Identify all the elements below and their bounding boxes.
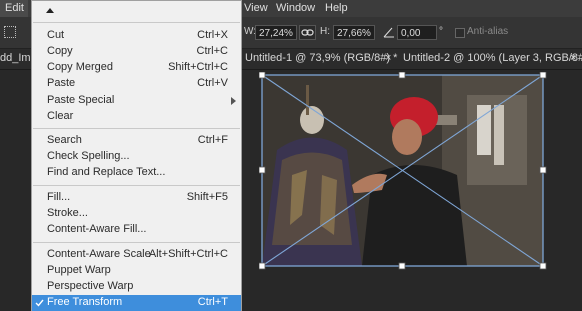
menu-item-stroke[interactable]: Stroke... <box>32 206 241 222</box>
menu-separator <box>33 128 240 129</box>
menu-item-label: Find and Replace Text... <box>47 166 166 178</box>
angle-field[interactable]: 0,00 <box>397 25 437 40</box>
menu-item-copy-merged[interactable]: Copy Merged Shift+Ctrl+C <box>32 60 241 76</box>
menu-item-label: Cut <box>47 29 65 41</box>
menu-item-find-replace[interactable]: Find and Replace Text... <box>32 165 241 181</box>
menu-item-cut[interactable]: Cut Ctrl+X <box>32 28 241 44</box>
scroll-up-arrow-icon[interactable] <box>45 6 55 14</box>
menu-item-shortcut: Ctrl+V <box>197 77 228 89</box>
menu-item-label: Stroke... <box>47 207 88 219</box>
menu-separator <box>33 242 240 243</box>
angle-icon <box>383 27 394 38</box>
width-field[interactable]: 27,24% <box>255 25 297 40</box>
menu-item-perspective-warp[interactable]: Perspective Warp <box>32 279 241 295</box>
menu-item-label: Paste Special <box>47 94 115 106</box>
degree-symbol: ° <box>439 26 443 37</box>
menu-view[interactable]: View <box>244 2 268 14</box>
menu-item-shortcut: Ctrl+X <box>197 29 228 41</box>
menu-item-label: Copy <box>47 45 73 57</box>
menu-item-paste[interactable]: Paste Ctrl+V <box>32 76 241 92</box>
tab-untitled-1[interactable]: Untitled-1 @ 73,9% (RGB/8#) * <box>245 52 397 64</box>
menu-edit[interactable]: Edit <box>0 0 28 17</box>
menu-item-paste-special[interactable]: Paste Special <box>32 93 241 109</box>
link-icon <box>301 29 314 36</box>
tab-close-icon[interactable]: × <box>570 52 576 64</box>
height-label: H: <box>320 26 330 37</box>
transform-icon[interactable] <box>4 26 16 38</box>
checkmark-icon <box>35 299 44 307</box>
antialias-checkbox[interactable] <box>455 28 465 38</box>
menu-item-label: Perspective Warp <box>47 280 134 292</box>
menu-separator <box>33 22 240 23</box>
menu-item-shortcut: Shift+F5 <box>186 191 228 203</box>
menu-separator <box>33 185 240 186</box>
menu-item-fill[interactable]: Fill... Shift+F5 <box>32 190 241 206</box>
submenu-arrow-icon <box>231 97 236 105</box>
antialias-label: Anti-alias <box>467 26 509 37</box>
menu-item-label: Paste <box>47 77 76 89</box>
menu-item-puppet-warp[interactable]: Puppet Warp <box>32 263 241 279</box>
menu-item-label: Check Spelling... <box>47 150 130 162</box>
menu-item-label: Copy Merged <box>47 61 114 73</box>
menu-item-label: Clear <box>47 110 74 122</box>
menu-item-shortcut: Ctrl+T <box>197 296 228 308</box>
menu-item-content-aware-fill[interactable]: Content-Aware Fill... <box>32 222 241 238</box>
menu-item-shortcut: Ctrl+C <box>196 45 228 57</box>
menu-item-check-spelling[interactable]: Check Spelling... <box>32 149 241 165</box>
tab-untitled-2[interactable]: Untitled-2 @ 100% (Layer 3, RGB/8#) * <box>403 52 582 64</box>
menu-item-search[interactable]: Search Ctrl+F <box>32 133 241 149</box>
menu-item-copy[interactable]: Copy Ctrl+C <box>32 44 241 60</box>
menu-help[interactable]: Help <box>325 2 348 14</box>
menu-item-shortcut: Shift+Ctrl+C <box>168 61 228 73</box>
free-transform-box[interactable] <box>259 72 549 271</box>
menu-item-label: Free Transform <box>47 296 123 308</box>
menu-item-shortcut: Ctrl+F <box>197 134 228 146</box>
menu-item-label: Puppet Warp <box>47 264 111 276</box>
menu-item-content-aware-scale[interactable]: Content-Aware Scale Alt+Shift+Ctrl+C <box>32 247 241 263</box>
menu-item-label: Content-Aware Scale <box>47 248 151 260</box>
menu-item-label: Fill... <box>47 191 71 203</box>
edit-dropdown-menu: Cut Ctrl+X Copy Ctrl+C Copy Merged Shift… <box>31 0 242 311</box>
menu-item-label: Search <box>47 134 82 146</box>
height-field[interactable]: 27,66% <box>333 25 375 40</box>
menu-item-label: Content-Aware Fill... <box>47 223 147 235</box>
link-button[interactable] <box>299 25 316 40</box>
tab-close-icon[interactable]: × <box>385 52 391 64</box>
menu-item-clear[interactable]: Clear <box>32 109 241 125</box>
menu-window[interactable]: Window <box>276 2 315 14</box>
menu-item-free-transform[interactable]: Free Transform Ctrl+T <box>32 295 241 311</box>
menu-edit-label: Edit <box>5 2 24 14</box>
menu-item-shortcut: Alt+Shift+Ctrl+C <box>148 248 228 260</box>
